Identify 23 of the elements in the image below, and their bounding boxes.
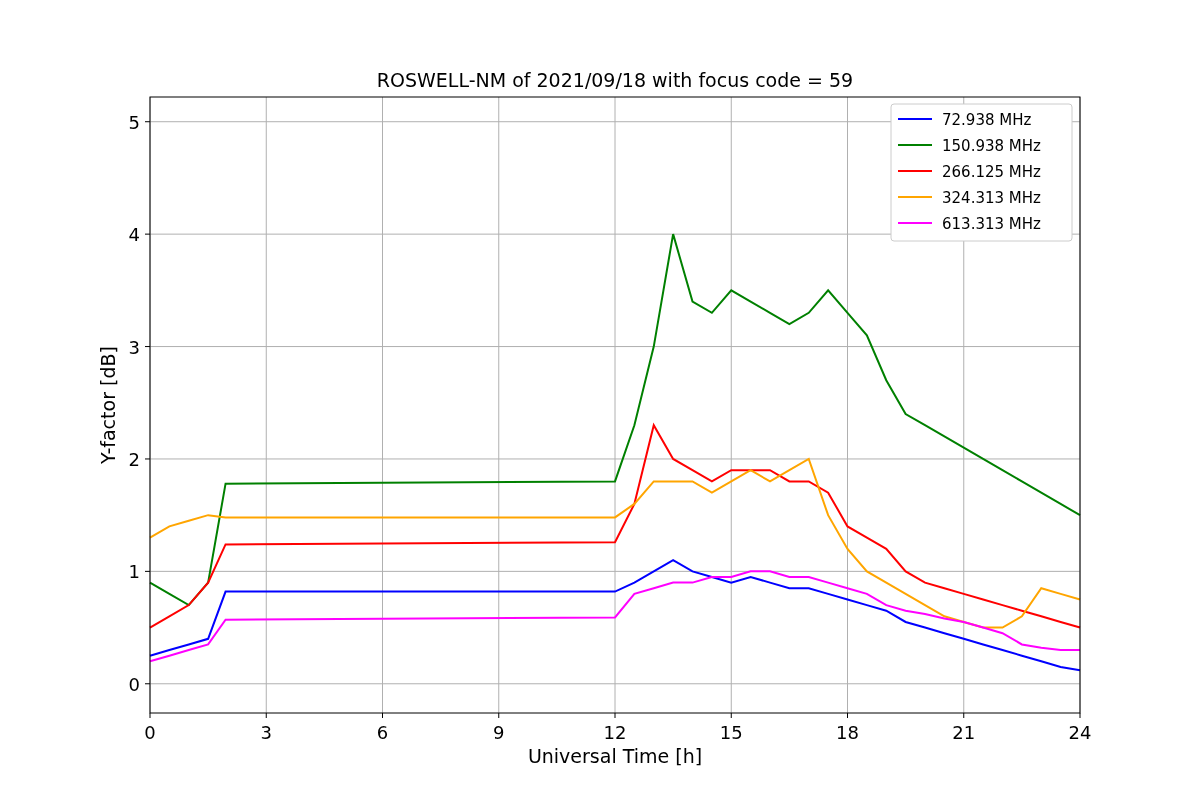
legend-label: 72.938 MHz [942, 111, 1032, 129]
y-axis-label: Y-factor [dB] [97, 346, 119, 464]
x-tick-label: 15 [719, 722, 743, 743]
x-tick-label: 0 [144, 722, 156, 743]
y-tick-label: 3 [128, 336, 140, 358]
legend-label: 150.938 MHz [942, 137, 1041, 155]
y-tick-label: 0 [128, 673, 140, 695]
y-tick-label: 4 [128, 224, 140, 246]
x-tick-label: 24 [1068, 722, 1092, 743]
x-tick-label: 21 [952, 722, 976, 743]
y-tick-label: 1 [128, 561, 140, 583]
legend-label: 266.125 MHz [942, 163, 1041, 181]
legend-label: 613.313 MHz [942, 215, 1041, 233]
x-tick-label: 9 [493, 722, 505, 743]
x-tick-label: 18 [836, 722, 859, 743]
x-tick-label: 6 [376, 722, 389, 743]
chart-title: ROSWELL-NM of 2021/09/18 with focus code = 59 [376, 69, 854, 91]
x-tick-label: 3 [260, 722, 272, 743]
x-axis-label: Universal Time [h] [527, 745, 703, 767]
y-tick-label: 5 [128, 111, 140, 133]
legend-label: 324.313 MHz [942, 189, 1041, 207]
y-tick-label: 2 [128, 448, 140, 470]
x-tick-label: 12 [603, 722, 627, 743]
